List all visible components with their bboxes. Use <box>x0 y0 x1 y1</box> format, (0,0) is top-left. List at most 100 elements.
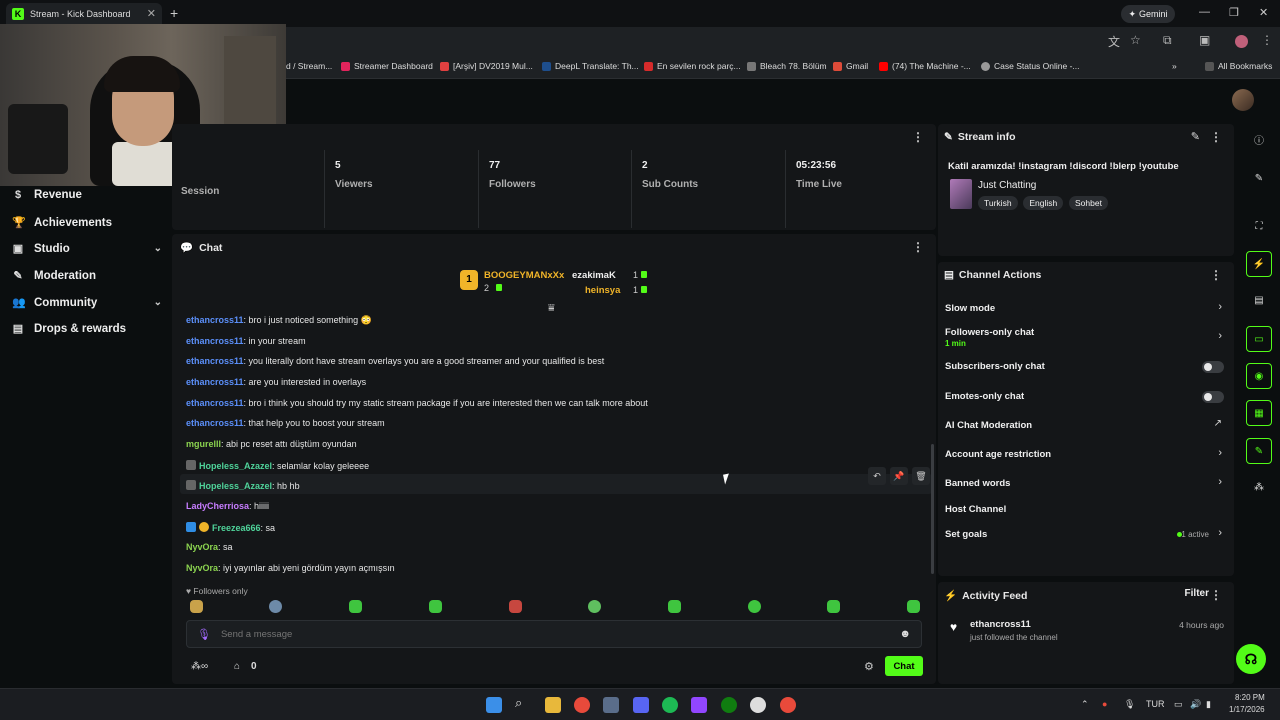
ai-moderation-label[interactable]: AI Chat Moderation <box>945 420 1032 431</box>
settings-gear-icon[interactable]: ⚙ <box>864 660 874 673</box>
chat-scrollbar[interactable] <box>931 444 934 574</box>
screen-capture-icon[interactable]: ⛶ <box>1246 214 1272 240</box>
file-explorer-icon[interactable] <box>545 697 561 713</box>
chrome-active-icon[interactable] <box>780 697 796 713</box>
sidebar-item-community[interactable]: 👥 Community ⌄ <box>12 296 162 310</box>
bookmark-item[interactable]: DeepL Translate: Th... <box>542 61 639 71</box>
edit-icon[interactable]: ✎ <box>1191 130 1200 143</box>
kebab-menu-icon[interactable]: ⋮ <box>1210 588 1222 602</box>
sidebar-item-achievements[interactable]: 🏆 Achievements <box>12 216 162 230</box>
tray-app-icon[interactable]: ● <box>1102 699 1107 709</box>
microphone-icon[interactable]: 🎙 <box>197 628 211 641</box>
start-icon[interactable] <box>486 697 502 713</box>
close-window-icon[interactable]: ✕ <box>1259 6 1268 19</box>
chat-message[interactable]: LadyCherriosa: hiiiii <box>186 501 269 511</box>
banned-words-label[interactable]: Banned words <box>945 478 1010 489</box>
collapse-icon[interactable]: ⩸ <box>548 302 555 315</box>
bookmark-item[interactable]: En sevilen rock parç... <box>644 61 741 71</box>
emote-icon[interactable] <box>668 600 681 613</box>
avatar[interactable] <box>1232 89 1254 111</box>
subscribers-only-toggle[interactable] <box>1202 361 1224 373</box>
network-icon[interactable]: ▭ <box>1174 699 1183 710</box>
emote-icon[interactable] <box>429 600 442 613</box>
undo-icon[interactable]: ↶ <box>868 467 886 485</box>
kebab-menu-icon[interactable]: ⋮ <box>1210 268 1222 282</box>
followers-only-label[interactable]: Followers-only chat <box>945 327 1034 338</box>
new-tab-button[interactable]: + <box>170 5 178 21</box>
emote-icon[interactable] <box>588 600 601 613</box>
chrome-icon[interactable] <box>574 697 590 713</box>
store-icon[interactable] <box>603 697 619 713</box>
chevron-right-icon[interactable]: » <box>1172 61 1177 71</box>
clock-date[interactable]: 1/17/2026 <box>1229 705 1265 714</box>
translate-icon[interactable]: 文 <box>1108 33 1120 50</box>
emote-icon[interactable] <box>509 600 522 613</box>
discord-icon[interactable] <box>633 697 649 713</box>
chat-message[interactable]: ethancross11: that help you to boost you… <box>186 418 385 428</box>
app-icon[interactable] <box>691 697 707 713</box>
document-icon[interactable]: ▤ <box>1246 288 1272 314</box>
channel-points-icon[interactable]: ⁂∞ <box>191 661 208 672</box>
trash-icon[interactable]: 🗑 <box>912 467 930 485</box>
maximize-icon[interactable]: ❐ <box>1229 6 1239 19</box>
bookmark-item[interactable]: Gmail <box>833 61 868 71</box>
bookmark-item[interactable]: Bleach 78. Bölüm <box>747 61 827 71</box>
emotes-only-toggle[interactable] <box>1202 391 1224 403</box>
bookmark-item[interactable]: d / Stream... <box>286 61 332 71</box>
sidebar-item-moderation[interactable]: ✎ Moderation <box>12 269 162 283</box>
chat-message[interactable]: ethancross11: are you interested in over… <box>186 377 366 387</box>
chat-message[interactable]: NyvOra: sa <box>186 542 233 552</box>
xbox-icon[interactable] <box>721 697 737 713</box>
spotify-icon[interactable] <box>662 697 678 713</box>
microphone-icon[interactable]: 🎙 <box>1124 699 1135 710</box>
profile-icon[interactable] <box>1235 35 1248 48</box>
sidepanel-icon[interactable]: ▣ <box>1199 33 1210 47</box>
external-link-icon[interactable]: ↗ <box>1214 418 1222 429</box>
chat-message[interactable]: ethancross11: in your stream <box>186 336 306 346</box>
extensions-icon[interactable]: ⧉ <box>1163 33 1172 48</box>
points-icon[interactable]: ⁂ <box>1246 475 1272 501</box>
filter-button[interactable]: Filter <box>1185 588 1209 599</box>
support-headset-icon[interactable]: ☊ <box>1236 644 1266 674</box>
emote-icon[interactable] <box>748 600 761 613</box>
channel-actions-icon[interactable]: ▦ <box>1246 400 1272 426</box>
bolt-icon[interactable]: ⚡ <box>1246 251 1272 277</box>
chat-icon[interactable]: ▭ <box>1246 326 1272 352</box>
host-channel-label[interactable]: Host Channel <box>945 504 1006 515</box>
wrench-icon[interactable]: ✎ <box>1246 438 1272 464</box>
search-icon[interactable]: ⌕ <box>515 695 531 711</box>
info-icon[interactable]: ⓘ <box>1246 129 1272 155</box>
minimize-icon[interactable]: — <box>1199 6 1210 18</box>
close-icon[interactable]: ✕ <box>147 7 156 20</box>
store-icon[interactable]: ⌂ <box>234 661 240 672</box>
clock-time[interactable]: 8:20 PM <box>1235 693 1265 702</box>
chat-message[interactable]: NyvOra: iyi yayınlar abi yeni gördüm yay… <box>186 563 395 573</box>
activity-user[interactable]: ethancross11 <box>970 619 1031 630</box>
chevron-right-icon[interactable]: › <box>1218 447 1222 459</box>
bookmark-item[interactable]: Case Status Online -... <box>981 61 1080 71</box>
steam-icon[interactable] <box>750 697 766 713</box>
emote-icon[interactable] <box>907 600 920 613</box>
chevron-right-icon[interactable]: › <box>1218 301 1222 313</box>
all-bookmarks[interactable]: All Bookmarks <box>1205 61 1272 71</box>
slow-mode-label[interactable]: Slow mode <box>945 303 995 314</box>
chat-message[interactable]: Hopeless_Azazel: hb hb <box>186 480 300 491</box>
emote-icon[interactable] <box>269 600 282 613</box>
chat-message[interactable]: mgurelll: abi pc reset attı düştüm oyund… <box>186 439 357 449</box>
sidebar-item-studio[interactable]: ▣ Studio ⌄ <box>12 242 162 256</box>
sidebar-item-drops[interactable]: ▤ Drops & rewards <box>12 322 162 336</box>
chat-message[interactable]: Hopeless_Azazel: selamlar kolay geleeee <box>186 460 369 471</box>
bookmark-item[interactable]: [Arşiv] DV2019 Mul... <box>440 61 533 71</box>
chat-message[interactable]: ethancross11: bro i think you should try… <box>186 398 648 408</box>
gemini-button[interactable]: ✦ Gemini <box>1121 5 1175 23</box>
chevron-right-icon[interactable]: › <box>1218 330 1222 342</box>
kebab-menu-icon[interactable]: ⋮ <box>1210 130 1222 144</box>
menu-icon[interactable]: ⋮ <box>1261 33 1273 47</box>
edit-icon[interactable]: ✎ <box>1246 166 1272 192</box>
star-icon[interactable]: ☆ <box>1130 33 1141 47</box>
browser-tab[interactable]: K Stream - Kick Dashboard ✕ <box>6 3 162 24</box>
broadcast-icon[interactable]: ◉ <box>1246 363 1272 389</box>
chevron-right-icon[interactable]: › <box>1218 527 1222 539</box>
language-indicator[interactable]: TUR <box>1146 699 1165 709</box>
volume-icon[interactable]: 🔊 <box>1190 699 1201 710</box>
